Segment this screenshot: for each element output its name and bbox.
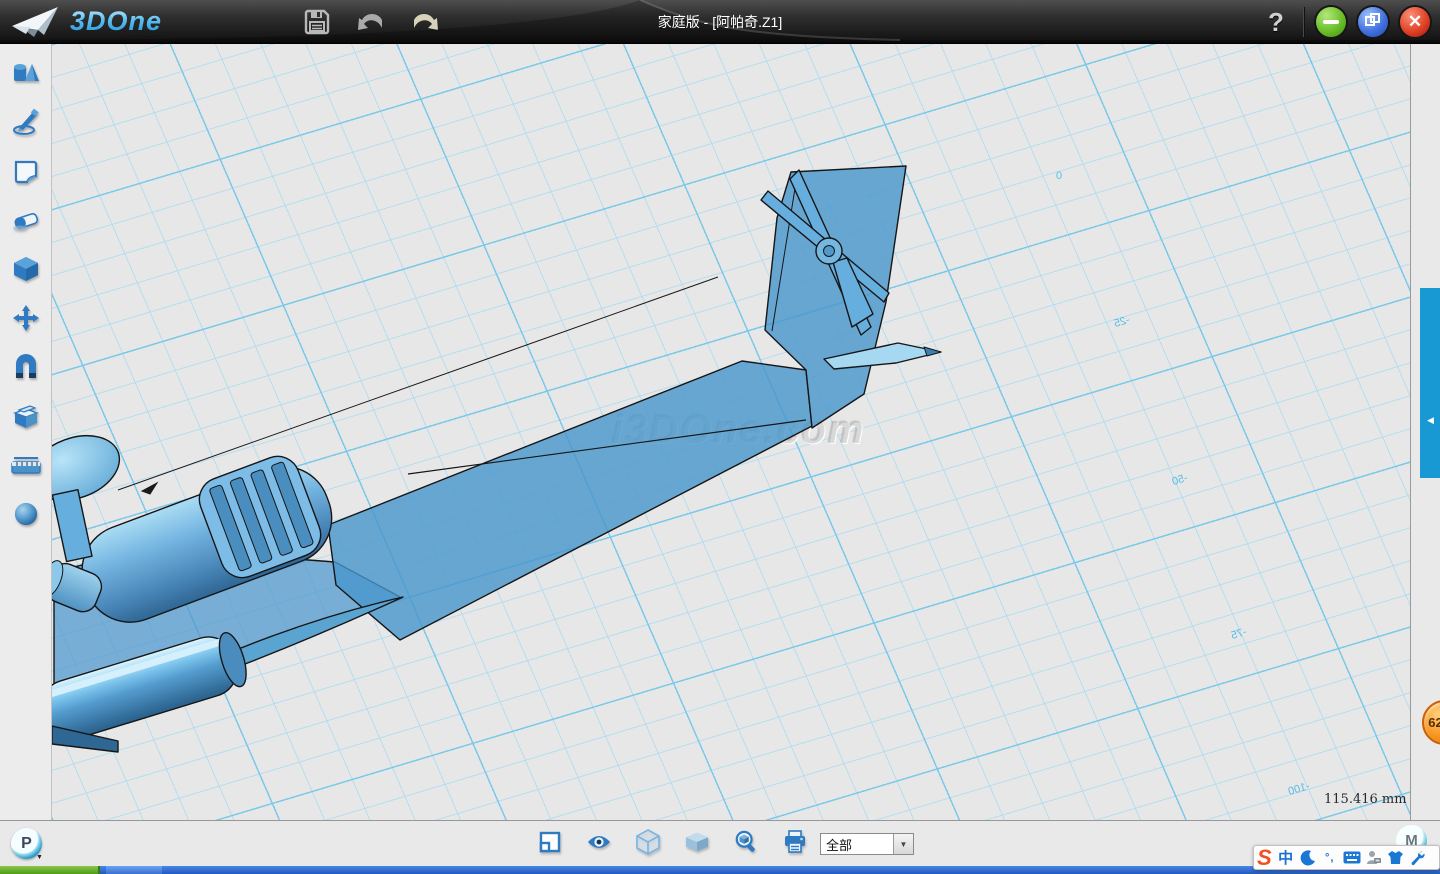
titlebar-separator [1303, 7, 1304, 37]
open-box-icon [11, 403, 41, 429]
tool-sketch-plane[interactable] [9, 158, 43, 184]
minimize-icon [1323, 20, 1339, 24]
titlebar-quick-tools [300, 5, 442, 39]
titlebar: 3DOne [0, 0, 1440, 44]
grid-scale-readout: 115.416 mm [1324, 792, 1407, 807]
wireframe-cube-icon [636, 829, 660, 855]
sphere-icon [13, 501, 39, 527]
undo-icon [356, 8, 386, 36]
ime-logo[interactable]: S [1257, 847, 1272, 869]
minimize-button[interactable] [1316, 7, 1346, 37]
titlebar-controls: ? ✕ [1261, 0, 1430, 44]
ime-punctuation-toggle[interactable]: °, [1320, 848, 1340, 868]
panel-collapse-tab[interactable]: ◀ [1420, 288, 1440, 478]
ruler-icon [10, 454, 42, 476]
ime-profile-button[interactable] [1364, 848, 1384, 868]
redo-icon [410, 8, 440, 36]
boost-ball-value: 62 [1428, 715, 1440, 730]
eraser-icon [11, 208, 41, 232]
help-button[interactable]: ? [1261, 7, 1291, 38]
save-button[interactable] [300, 5, 334, 39]
profile-person-icon [1366, 850, 1382, 865]
dropdown-arrow-icon: ▼ [893, 834, 913, 854]
tool-solid-primitives[interactable] [9, 60, 43, 86]
brand-text: 3DOne [70, 6, 162, 37]
tshirt-icon [1387, 850, 1404, 865]
ime-language-toggle[interactable]: 中 [1276, 848, 1296, 868]
redo-button[interactable] [408, 5, 442, 39]
tool-magnet-snap[interactable] [9, 354, 43, 380]
wrench-icon [1410, 850, 1426, 866]
display-filter-value: 全部 [821, 835, 893, 854]
plane-sheet-icon [12, 158, 40, 184]
paper-plane-icon [10, 4, 62, 40]
printer-icon [783, 830, 807, 854]
viewport-canvas[interactable]: i3DOne.com [52, 44, 1410, 820]
zoom-button[interactable] [734, 829, 758, 855]
os-taskbar-edge[interactable] [0, 866, 1440, 874]
ime-settings-button[interactable] [1408, 848, 1428, 868]
close-icon: ✕ [1400, 7, 1430, 37]
ime-toolbar: S 中 °, [1253, 845, 1440, 870]
ime-softkeyboard-button[interactable] [1342, 848, 1362, 868]
save-icon [303, 8, 331, 36]
bottom-toolbar: P ▼ [0, 820, 1440, 866]
tool-eraser-edit[interactable] [9, 207, 43, 233]
shaded-display-button[interactable] [685, 829, 709, 855]
tool-move-transform[interactable] [9, 305, 43, 331]
print-button[interactable] [783, 829, 807, 855]
keyboard-icon [1343, 851, 1361, 864]
moon-icon [1300, 850, 1316, 866]
tool-feature-cube[interactable] [9, 256, 43, 282]
visibility-button[interactable] [587, 829, 611, 855]
shaded-cube-icon [685, 831, 709, 853]
tool-sketch-draw[interactable] [9, 109, 43, 135]
primitives-icon [11, 60, 41, 86]
restore-button[interactable] [1358, 7, 1388, 37]
start-button-edge[interactable] [0, 866, 100, 874]
eye-icon [587, 833, 611, 851]
tool-assembly-box[interactable] [9, 403, 43, 429]
display-filter-dropdown[interactable]: 全部 ▼ [820, 833, 914, 855]
ime-skin-button[interactable] [1386, 848, 1406, 868]
taskbar-button-edge[interactable] [106, 866, 162, 874]
pd-dropdown-caret[interactable]: ▼ [36, 854, 43, 861]
view-controls-group [538, 829, 807, 855]
pencil-sketch-icon [11, 108, 41, 136]
model-apache-helicopter[interactable] [52, 44, 1410, 820]
close-button[interactable]: ✕ [1400, 7, 1430, 37]
magnet-icon [12, 354, 40, 380]
app-logo: 3DOne [0, 4, 250, 40]
show-plane-button[interactable] [538, 829, 562, 855]
tool-render-sphere[interactable] [9, 501, 43, 527]
cube-icon [12, 255, 40, 283]
3done-application-window: 3DOne [0, 0, 1440, 874]
tool-measure-ruler[interactable] [9, 452, 43, 478]
wireframe-display-button[interactable] [636, 829, 660, 855]
left-toolbar [0, 44, 52, 820]
undo-button[interactable] [354, 5, 388, 39]
plane-corner-icon [538, 830, 562, 854]
magnifier-icon [734, 829, 758, 855]
ime-fullhalf-toggle[interactable] [1298, 848, 1318, 868]
move-arrows-icon [12, 304, 40, 332]
collapse-arrow-icon: ◀ [1427, 415, 1434, 426]
